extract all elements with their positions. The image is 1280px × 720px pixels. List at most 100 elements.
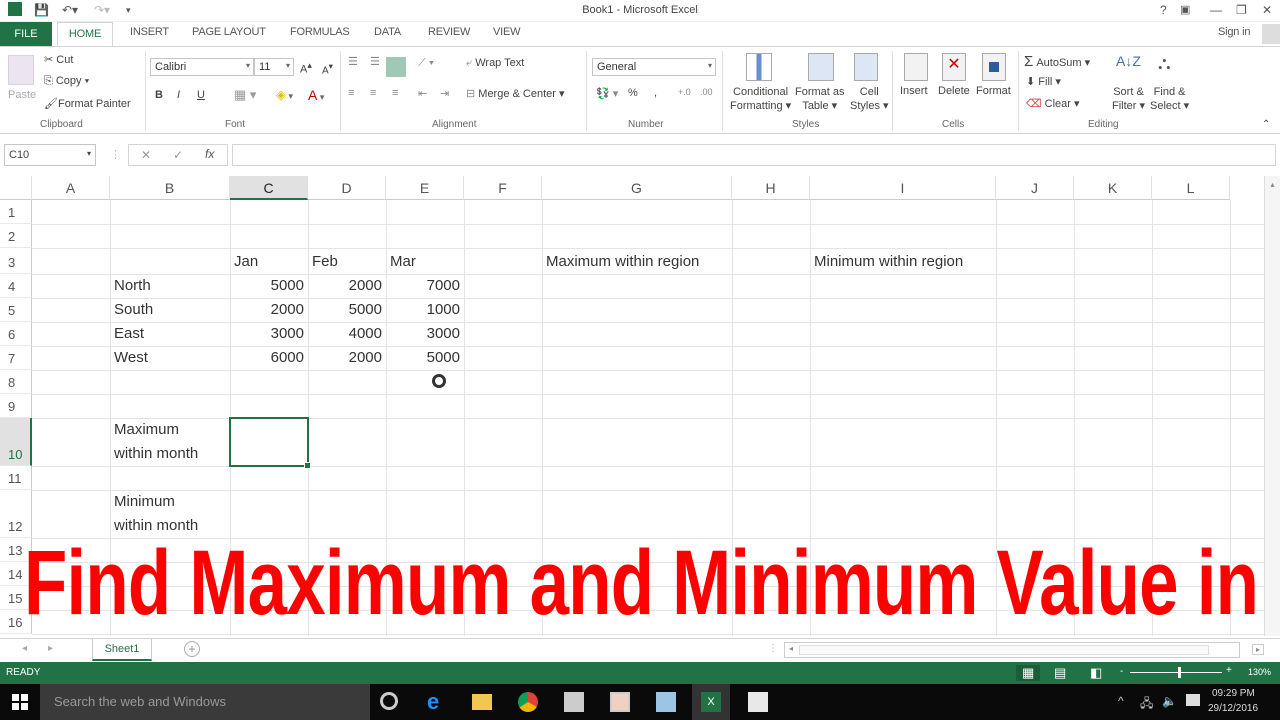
ribbon-display-icon[interactable]: ▣: [1180, 3, 1190, 16]
zoom-out-icon[interactable]: -: [1120, 666, 1123, 677]
borders-icon[interactable]: ▦ ▾: [234, 87, 256, 103]
column-header-d[interactable]: D: [308, 176, 386, 200]
region-label-south[interactable]: South: [114, 298, 226, 322]
scroll-up-icon[interactable]: ▴: [1265, 180, 1280, 189]
insert-cells-icon[interactable]: [904, 53, 928, 81]
collapse-ribbon-icon[interactable]: ⌃: [1262, 119, 1270, 130]
tab-insert[interactable]: INSERT: [130, 26, 169, 38]
column-header-c[interactable]: C: [230, 176, 308, 200]
column-header-h[interactable]: H: [732, 176, 810, 200]
align-bottom-icon[interactable]: [386, 57, 406, 77]
row-header-9[interactable]: 9: [0, 394, 32, 418]
tab-review[interactable]: REVIEW: [428, 26, 470, 38]
data-cell[interactable]: 5000: [390, 346, 460, 370]
row-header-10[interactable]: 10: [0, 418, 32, 466]
cell-styles-icon[interactable]: [854, 53, 878, 81]
tab-page-layout[interactable]: PAGE LAYOUT: [192, 26, 266, 38]
copy-button[interactable]: ⎘ Copy ▾: [44, 75, 89, 88]
align-middle-icon[interactable]: ☰: [370, 55, 380, 68]
taskbar-date[interactable]: 29/12/2016: [1208, 703, 1258, 714]
prev-sheet-icon[interactable]: ◂: [22, 643, 27, 654]
data-cell[interactable]: 5000: [312, 298, 382, 322]
align-top-icon[interactable]: ☰: [348, 55, 358, 68]
row-header-5[interactable]: 5: [0, 298, 32, 322]
app-icon-2[interactable]: [656, 692, 676, 712]
italic-button[interactable]: I: [177, 89, 180, 101]
cancel-icon[interactable]: ✕: [141, 148, 151, 162]
row-header-4[interactable]: 4: [0, 274, 32, 298]
autosum-button[interactable]: Σ AutoSum ▾: [1024, 53, 1090, 70]
format-as-table-button[interactable]: Format as Table ▾: [795, 85, 845, 113]
tab-home[interactable]: HOME: [57, 22, 113, 47]
column-header-l[interactable]: L: [1152, 176, 1230, 200]
app-icon-3[interactable]: [748, 692, 768, 712]
page-layout-view-icon[interactable]: ▤: [1054, 665, 1066, 681]
data-cell[interactable]: 5000: [234, 274, 304, 298]
orientation-icon[interactable]: ⟋ ▾: [418, 57, 434, 70]
month-header-mar[interactable]: Mar: [390, 250, 460, 274]
add-sheet-icon[interactable]: +: [184, 641, 200, 657]
tab-data[interactable]: DATA: [374, 26, 401, 38]
column-header-a[interactable]: A: [32, 176, 110, 200]
scroll-right-icon[interactable]: ▸: [1252, 644, 1265, 655]
decrease-indent-icon[interactable]: ⇤: [418, 87, 427, 100]
close-icon[interactable]: ✕: [1262, 3, 1272, 17]
region-label-north[interactable]: North: [114, 274, 226, 298]
row-header-6[interactable]: 6: [0, 322, 32, 346]
row-header-7[interactable]: 7: [0, 346, 32, 370]
sign-in-link[interactable]: Sign in: [1218, 26, 1250, 38]
conditional-formatting-button[interactable]: Conditional Formatting ▾: [730, 85, 791, 113]
month-header-jan[interactable]: Jan: [234, 250, 304, 274]
normal-view-icon[interactable]: ▦: [1016, 665, 1041, 681]
column-header-i[interactable]: I: [810, 176, 996, 200]
conditional-formatting-icon[interactable]: [746, 53, 772, 81]
scroll-left-icon[interactable]: ◂: [789, 644, 793, 653]
column-header-f[interactable]: F: [464, 176, 542, 200]
app-icon[interactable]: [564, 692, 584, 712]
zoom-level[interactable]: 130%: [1248, 667, 1271, 677]
merge-center-button[interactable]: ⊟ Merge & Center ▾: [466, 87, 565, 100]
media-player-icon[interactable]: [610, 692, 630, 712]
data-cell[interactable]: 4000: [312, 322, 382, 346]
insert-button[interactable]: Insert: [900, 85, 928, 97]
fill-button[interactable]: ⬇ Fill ▾: [1026, 75, 1061, 88]
zoom-slider[interactable]: [1130, 672, 1222, 673]
minimize-icon[interactable]: —: [1210, 3, 1222, 17]
name-box[interactable]: C10 ▾: [4, 144, 96, 166]
tab-view[interactable]: VIEW: [493, 26, 521, 38]
decrease-decimal-icon[interactable]: .00: [700, 87, 713, 97]
horizontal-scrollbar[interactable]: ◂: [784, 642, 1240, 658]
windows-start-icon[interactable]: [12, 694, 28, 710]
paste-icon[interactable]: [8, 55, 34, 85]
format-button[interactable]: Format: [976, 85, 1011, 97]
data-cell[interactable]: 1000: [390, 298, 460, 322]
increase-font-icon[interactable]: A▴: [300, 60, 312, 76]
scroll-thumb[interactable]: [799, 645, 1209, 655]
font-size-combo[interactable]: 11 ▾: [254, 58, 294, 76]
sheet-tab-sheet1[interactable]: Sheet1: [92, 639, 152, 661]
number-format-combo[interactable]: General ▾: [592, 58, 716, 76]
find-select-button[interactable]: Find & Select ▾: [1150, 85, 1189, 113]
zoom-slider-thumb[interactable]: [1178, 667, 1181, 678]
edge-browser-icon[interactable]: e: [427, 691, 447, 713]
data-cell[interactable]: 3000: [390, 322, 460, 346]
sort-filter-icon[interactable]: A↓Z: [1116, 53, 1141, 69]
user-avatar-icon[interactable]: [1262, 24, 1280, 44]
taskbar-time[interactable]: 09:29 PM: [1212, 688, 1255, 699]
network-icon[interactable]: 🖧: [1140, 694, 1153, 715]
excel-taskbar-button[interactable]: X: [692, 684, 730, 720]
data-cell[interactable]: 2000: [312, 346, 382, 370]
align-left-icon[interactable]: ≡: [348, 87, 354, 99]
paste-button[interactable]: Paste: [8, 89, 36, 101]
align-center-icon[interactable]: ≡: [370, 87, 376, 99]
binoculars-icon[interactable]: ⛬: [1158, 53, 1171, 74]
tab-formulas[interactable]: FORMULAS: [290, 26, 350, 38]
file-explorer-icon[interactable]: [472, 694, 492, 710]
insert-function-icon[interactable]: fx: [205, 147, 214, 161]
increase-indent-icon[interactable]: ⇥: [440, 87, 449, 100]
month-header-feb[interactable]: Feb: [312, 250, 382, 274]
task-view-icon[interactable]: [380, 692, 398, 710]
row-header-8[interactable]: 8: [0, 370, 32, 394]
data-cell[interactable]: 2000: [234, 298, 304, 322]
action-center-icon[interactable]: [1186, 694, 1200, 706]
